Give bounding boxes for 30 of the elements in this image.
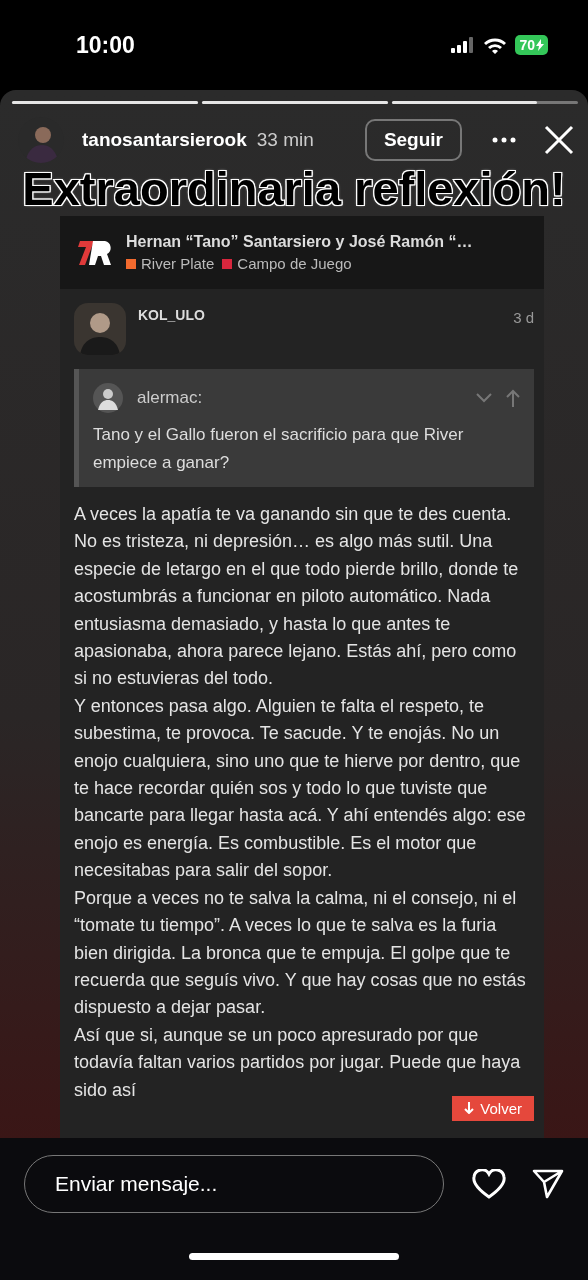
topic-title: Hernan “Tano” Santarsiero y José Ramón “… bbox=[126, 233, 473, 251]
back-button[interactable]: Volver bbox=[452, 1095, 534, 1121]
clock-time: 10:00 bbox=[76, 31, 136, 59]
username[interactable]: tanosantarsierook bbox=[82, 129, 247, 151]
signal-icon bbox=[451, 37, 476, 53]
story-caption: Extraordinaria reflexión! bbox=[21, 166, 567, 212]
follow-button[interactable]: Seguir bbox=[364, 119, 462, 161]
post-paragraph: A veces la apatía te va ganando sin que te des cuenta. No es tristeza, ni depresión… es algo más sutil. Una especie de letargo en el que todo pierde brillo, donde te acostumbrás a funcionar en piloto automático. Nada entusiasma demasiado, y hasta lo que antes te apasionaba, ahora parece lejano. Estás ahí, pero como si no estuvieras del todo. bbox=[74, 503, 520, 691]
battery-indicator: 70 bbox=[515, 35, 548, 55]
close-icon[interactable] bbox=[544, 125, 574, 155]
arrow-up-icon[interactable] bbox=[506, 389, 520, 407]
avatar bbox=[93, 383, 123, 413]
category-tag[interactable]: Campo de Juego bbox=[222, 255, 352, 272]
post-paragraph: Porque a veces no te salva la calma, ni el consejo, ni el “tomate tu tiempo”. A veces lo que te salva es la furia bien dirigida. La bronca que te empuja. El golpe que te recuerda que seguís vivo. Y que hay cosas que no estás dispuesto a dejar pasar. bbox=[74, 886, 527, 1020]
avatar bbox=[74, 303, 126, 355]
wifi-icon bbox=[483, 36, 508, 54]
category-tag[interactable]: River Plate bbox=[126, 255, 215, 272]
chevron-down-icon[interactable] bbox=[476, 393, 492, 403]
post-age: 3 d bbox=[513, 309, 534, 326]
quote-author[interactable]: alermac: bbox=[137, 388, 462, 408]
logo-icon bbox=[78, 238, 112, 267]
more-icon[interactable] bbox=[492, 137, 516, 143]
message-field[interactable]: Enviar mensaje... bbox=[24, 1155, 444, 1213]
arrow-down-icon bbox=[464, 1102, 475, 1115]
heart-icon[interactable] bbox=[472, 1169, 506, 1199]
send-icon[interactable] bbox=[532, 1169, 564, 1199]
post-paragraph: Y entonces pasa algo. Alguien te falta el respeto, te subestima, te provoca. Te sacude. Y te enojás. No un enojo cualquiera, sino uno que te hierve por dentro, que te hace recordar quién sos y todo lo que tuviste que bancarte para llegar hasta acá. Y ahí entendés algo: ese enojo es energía. Es combustible. Es el motor que necesitabas para salir del sopor. bbox=[74, 694, 527, 883]
author-name[interactable]: KOL_ULO bbox=[138, 307, 502, 323]
quote-text: Tano y el Gallo fueron el sacrificio para que River empiece a ganar? bbox=[93, 424, 465, 474]
post-time: 33 min bbox=[256, 129, 315, 151]
